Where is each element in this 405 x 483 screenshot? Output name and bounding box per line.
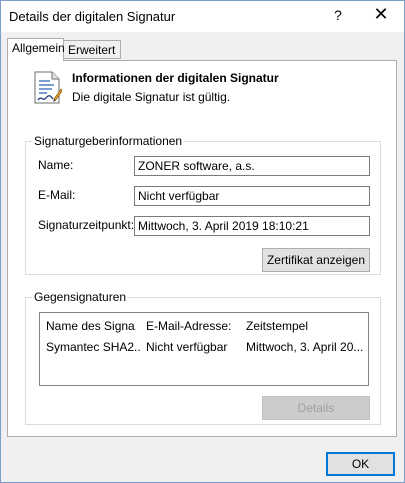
tab-allgemein[interactable]: Allgemein xyxy=(7,38,65,61)
list-item-name: Symantec SHA2... xyxy=(46,340,140,354)
list-item-email: Nicht verfügbar xyxy=(146,340,228,354)
signer-email-field[interactable]: Nicht verfügbar xyxy=(134,186,370,206)
name-label: Name: xyxy=(38,158,74,172)
signature-info-heading: Informationen der digitalen Signatur xyxy=(72,71,279,85)
countersignatures-group: Gegensignaturen Name des Signa... E-Mail… xyxy=(25,290,381,425)
column-header-email[interactable]: E-Mail-Adresse: xyxy=(146,319,241,333)
tab-panel-general: Informationen der digitalen Signatur Die… xyxy=(7,60,397,437)
close-button[interactable]: ✕ xyxy=(369,4,393,25)
signing-time-field[interactable]: Mittwoch, 3. April 2019 18:10:21 xyxy=(134,216,370,236)
signer-name-field[interactable]: ZONER software, a.s. xyxy=(134,156,370,176)
signature-details-dialog: Details der digitalen Signatur ? ✕ Allge… xyxy=(0,0,405,483)
column-header-name[interactable]: Name des Signa... xyxy=(46,319,136,333)
help-button[interactable]: ? xyxy=(328,7,348,23)
signature-status-text: Die digitale Signatur ist gültig. xyxy=(72,90,231,104)
signer-info-group: Signaturgeberinformationen Name: ZONER s… xyxy=(25,134,381,275)
signing-time-label: Signaturzeitpunkt: xyxy=(38,218,135,232)
title-bar: Details der digitalen Signatur ? ✕ xyxy=(1,1,404,32)
signer-group-title: Signaturgeberinformationen xyxy=(32,134,185,148)
email-label: E-Mail: xyxy=(38,188,76,202)
view-certificate-button[interactable]: Zertifikat anzeigen xyxy=(262,248,370,272)
details-button[interactable]: Details xyxy=(262,396,370,420)
ok-button[interactable]: OK xyxy=(326,452,395,476)
column-header-timestamp[interactable]: Zeitstempel xyxy=(246,319,366,333)
list-item-timestamp: Mittwoch, 3. April 20... xyxy=(246,340,364,354)
countersignatures-list[interactable]: Name des Signa... E-Mail-Adresse: Zeitst… xyxy=(39,312,369,386)
tab-erweitert[interactable]: Erweitert xyxy=(63,40,121,59)
signed-document-icon xyxy=(34,71,62,104)
window-title: Details der digitalen Signatur xyxy=(9,9,176,24)
countersignatures-group-title: Gegensignaturen xyxy=(32,290,129,304)
